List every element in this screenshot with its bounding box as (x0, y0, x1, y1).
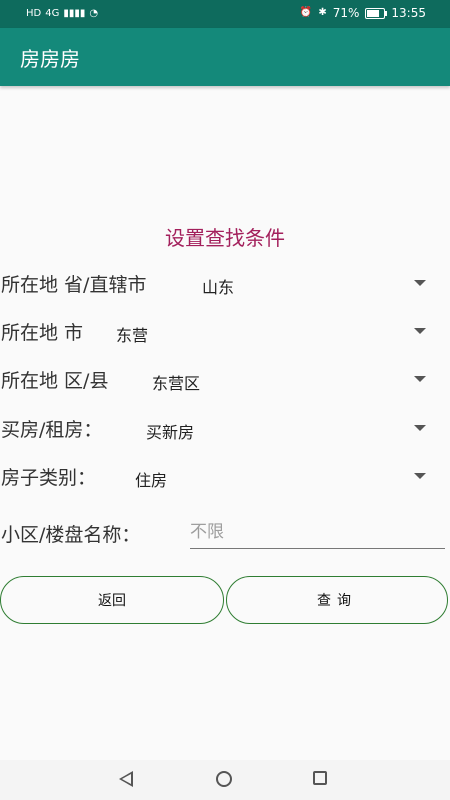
recents-nav-icon[interactable] (313, 771, 327, 785)
buy-rent-label: 买房/租房： (1, 419, 103, 441)
back-button[interactable]: 返回 (0, 576, 224, 624)
chevron-down-icon[interactable] (414, 280, 426, 286)
hd-icon: HD (26, 8, 42, 19)
district-value[interactable]: 东营区 (152, 370, 200, 394)
district-select[interactable]: 所在地 区/县 东营区 (0, 364, 450, 394)
clock: 13:55 (391, 6, 426, 20)
network-4g-icon: 4G (45, 8, 60, 19)
province-value[interactable]: 山东 (202, 274, 234, 298)
status-bar: HD 4G ▮▮▮▮ ◔ ⏰ ✱ 71% 13:55 (0, 0, 450, 28)
province-label: 所在地 省/直辖市 (1, 274, 147, 296)
district-label: 所在地 区/县 (1, 370, 109, 392)
city-value[interactable]: 东营 (116, 322, 148, 346)
query-button[interactable]: 查询 (226, 576, 448, 624)
form-heading: 设置查找条件 (165, 226, 285, 250)
chevron-down-icon[interactable] (414, 473, 426, 479)
community-input[interactable] (190, 522, 440, 542)
battery-percentage: 71% (332, 6, 360, 20)
alarm-icon: ⏰ (299, 7, 313, 18)
house-type-value[interactable]: 住房 (135, 467, 167, 491)
house-type-select[interactable]: 房子类别： 住房 (0, 461, 450, 491)
community-field[interactable] (190, 518, 445, 549)
chevron-down-icon[interactable] (414, 328, 426, 334)
community-label: 小区/楼盘名称： (1, 524, 141, 546)
chevron-down-icon[interactable] (414, 425, 426, 431)
navigation-bar (0, 760, 450, 800)
status-right: ⏰ ✱ 71% 13:55 (300, 6, 426, 20)
wifi-icon: ◔ (89, 8, 99, 19)
battery-icon (365, 7, 388, 19)
home-nav-icon[interactable] (216, 771, 232, 787)
buy-rent-select[interactable]: 买房/租房： 买新房 (0, 413, 450, 443)
app-bar: 房房房 (0, 28, 450, 86)
status-left-icons: HD 4G ▮▮▮▮ ◔ (26, 7, 98, 21)
back-nav-icon[interactable] (119, 771, 133, 787)
city-select[interactable]: 所在地 市 东营 (0, 316, 450, 346)
bluetooth-icon: ✱ (318, 7, 327, 18)
signal-icon: ▮▮▮▮ (63, 8, 86, 19)
app-title: 房房房 (20, 47, 80, 71)
buy-rent-value[interactable]: 买新房 (146, 419, 194, 443)
chevron-down-icon[interactable] (414, 376, 426, 382)
province-select[interactable]: 所在地 省/直辖市 山东 (0, 268, 450, 298)
city-label: 所在地 市 (1, 322, 84, 344)
house-type-label: 房子类别： (1, 467, 97, 489)
